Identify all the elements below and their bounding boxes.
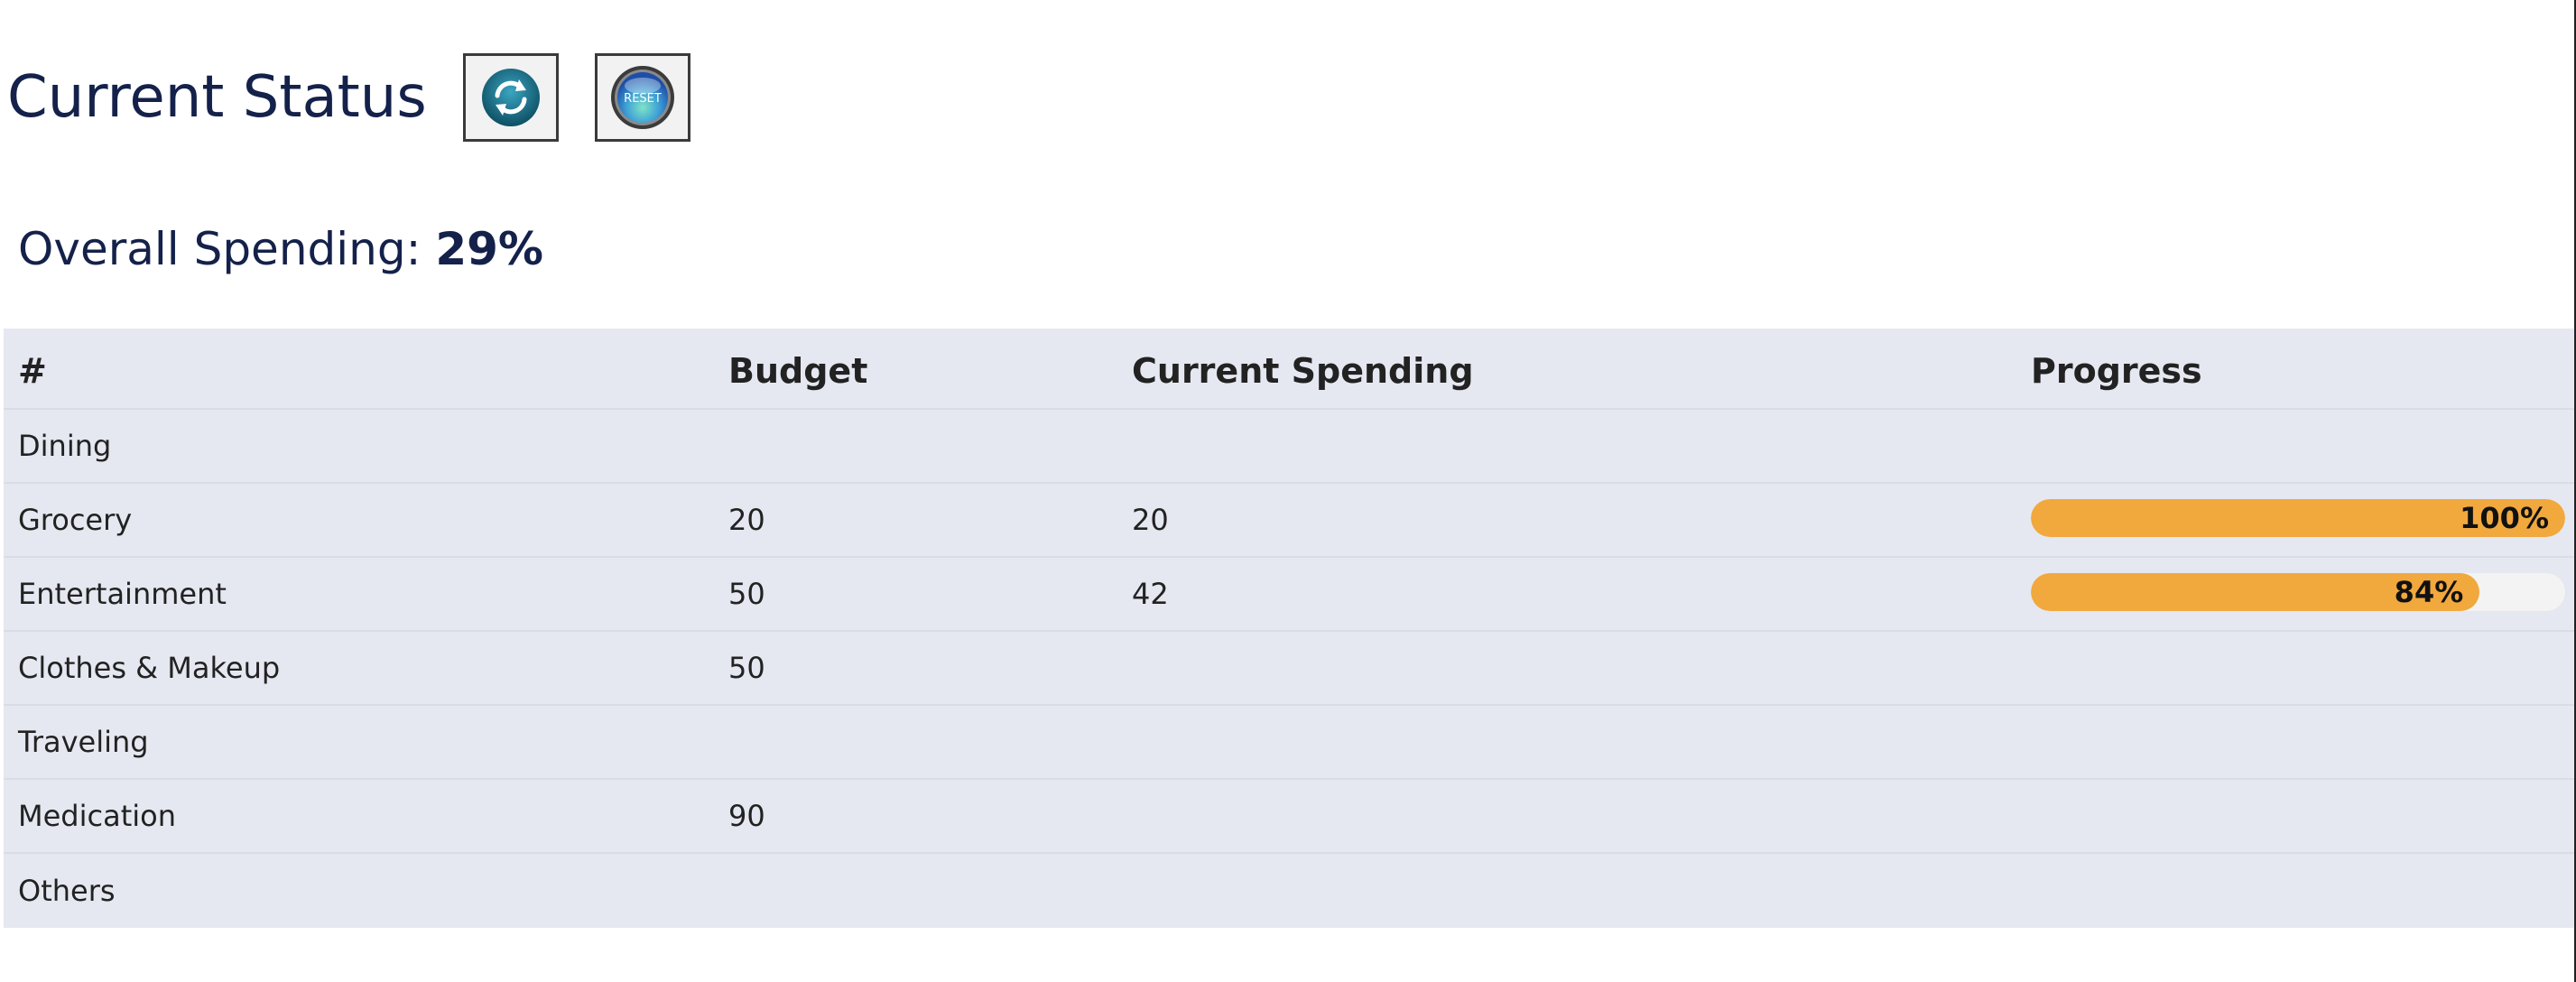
current-spending-cell: 20 [1132, 503, 1169, 537]
budget-cell: 50 [728, 651, 765, 685]
category-cell: Dining [18, 429, 112, 463]
table-row: Entertainment 50 42 84% [4, 558, 2576, 632]
table-row: Others [4, 854, 2576, 928]
progress-bar: 84% [2031, 573, 2565, 611]
reset-icon: RESET [610, 66, 674, 129]
overall-spending-value: 29% [435, 223, 544, 275]
category-cell: Medication [18, 799, 176, 833]
column-header-category: # [18, 351, 47, 391]
category-cell: Traveling [18, 725, 149, 759]
column-header-budget: Budget [728, 351, 868, 391]
table-body: Dining Grocery 20 20 100% Entertainment 50 42 84… [4, 410, 2576, 928]
table-row: Medication 90 [4, 780, 2576, 854]
page: Current Status RESET Overall Spending: 2… [0, 0, 2576, 982]
progress-fill: 84% [2031, 573, 2480, 611]
category-cell: Grocery [18, 503, 133, 537]
table-row: Clothes & Makeup 50 [4, 632, 2576, 706]
category-cell: Others [18, 874, 116, 908]
progress-fill: 100% [2031, 499, 2565, 537]
category-cell: Clothes & Makeup [18, 651, 281, 685]
reset-label: RESET [624, 92, 662, 106]
table-row: Grocery 20 20 100% [4, 484, 2576, 558]
column-header-current-spending: Current Spending [1132, 351, 1474, 391]
budget-cell: 50 [728, 577, 765, 611]
budget-cell: 20 [728, 503, 765, 537]
refresh-icon [481, 69, 540, 126]
refresh-button[interactable] [462, 53, 559, 142]
header: Current Status RESET [7, 51, 727, 144]
current-spending-cell: 42 [1132, 577, 1169, 611]
table-row: Dining [4, 410, 2576, 484]
table-row: Traveling [4, 706, 2576, 780]
overall-spending-label: Overall Spending: [18, 223, 422, 275]
budget-cell: 90 [728, 799, 765, 833]
page-title: Current Status [7, 64, 427, 131]
table-header-row: # Budget Current Spending Progress [4, 329, 2576, 410]
progress-bar: 100% [2031, 499, 2565, 537]
column-header-progress: Progress [2031, 351, 2202, 391]
category-cell: Entertainment [18, 577, 227, 611]
budget-table: # Budget Current Spending Progress Dinin… [4, 329, 2576, 928]
reset-button[interactable]: RESET [594, 53, 690, 142]
overall-spending: Overall Spending: 29% [18, 220, 543, 278]
